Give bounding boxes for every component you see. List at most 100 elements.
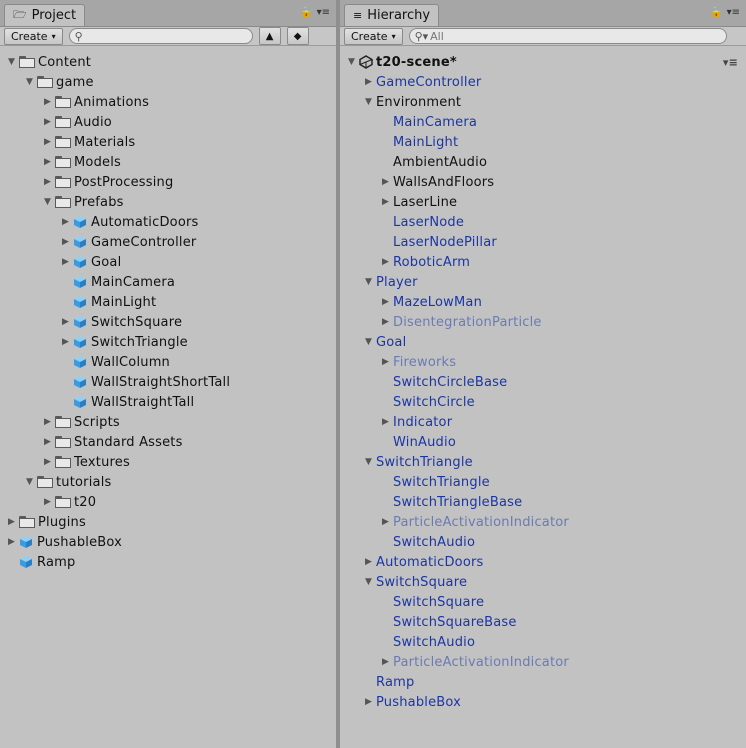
expand-arrow-icon[interactable]: ▼ <box>363 457 374 467</box>
hierarchy-item[interactable]: ▶ RoboticArm <box>340 252 746 272</box>
hierarchy-item[interactable]: ▶ GameController <box>340 72 746 92</box>
expand-arrow-icon[interactable]: ▼ <box>346 57 357 67</box>
expand-arrow-icon[interactable]: ▼ <box>24 477 35 487</box>
hierarchy-item[interactable]: ▶ Indicator <box>340 412 746 432</box>
hierarchy-item[interactable]: ▶ LaserLine <box>340 192 746 212</box>
hierarchy-item[interactable]: ▶ MazeLowMan <box>340 292 746 312</box>
project-tree-item[interactable]: Ramp <box>0 552 336 572</box>
hierarchy-item[interactable]: SwitchCircle <box>340 392 746 412</box>
expand-arrow-icon[interactable]: ▼ <box>363 337 374 347</box>
project-create-button[interactable]: Create ▾ <box>4 27 63 45</box>
panel-menu-icon[interactable]: ▾≡ <box>727 7 740 18</box>
project-tree-item[interactable]: ▶ Models <box>0 152 336 172</box>
collapse-arrow-icon[interactable]: ▶ <box>380 197 391 207</box>
hierarchy-item[interactable]: WinAudio <box>340 432 746 452</box>
scene-row[interactable]: ▼ t20-scene* ▾≡ <box>340 52 746 72</box>
collapse-arrow-icon[interactable]: ▶ <box>6 517 17 527</box>
filter-by-label-button[interactable]: ◆ <box>286 27 309 45</box>
collapse-arrow-icon[interactable]: ▶ <box>42 117 53 127</box>
project-tree-item[interactable]: ▶ Standard Assets <box>0 432 336 452</box>
collapse-arrow-icon[interactable]: ▶ <box>380 357 391 367</box>
expand-arrow-icon[interactable]: ▼ <box>363 97 374 107</box>
hierarchy-item[interactable]: ▶ PushableBox <box>340 692 746 712</box>
project-tree-item[interactable]: ▶ Goal <box>0 252 336 272</box>
hierarchy-item[interactable]: ▶ ParticleActivationIndicator <box>340 652 746 672</box>
project-tree-item[interactable]: ▶ Animations <box>0 92 336 112</box>
hierarchy-item[interactable]: LaserNode <box>340 212 746 232</box>
project-tree-item[interactable]: ▶ t20 <box>0 492 336 512</box>
project-tree-item[interactable]: ▼ Content <box>0 52 336 72</box>
collapse-arrow-icon[interactable]: ▶ <box>380 417 391 427</box>
project-tree-item[interactable]: ▶ SwitchTriangle <box>0 332 336 352</box>
project-tree-item[interactable]: MainLight <box>0 292 336 312</box>
lock-icon[interactable]: 🔒 <box>300 7 312 18</box>
hierarchy-item[interactable]: ▶ AutomaticDoors <box>340 552 746 572</box>
hierarchy-item[interactable]: SwitchCircleBase <box>340 372 746 392</box>
project-tree-item[interactable]: ▼ game <box>0 72 336 92</box>
project-tree-item[interactable]: ▶ Scripts <box>0 412 336 432</box>
collapse-arrow-icon[interactable]: ▶ <box>380 257 391 267</box>
project-tree-item[interactable]: ▶ GameController <box>0 232 336 252</box>
tab-hierarchy[interactable]: ≡ Hierarchy <box>344 4 440 26</box>
hierarchy-item[interactable]: ▶ WallsAndFloors <box>340 172 746 192</box>
collapse-arrow-icon[interactable]: ▶ <box>60 337 71 347</box>
collapse-arrow-icon[interactable]: ▶ <box>42 177 53 187</box>
project-tree-item[interactable]: ▶ Audio <box>0 112 336 132</box>
expand-arrow-icon[interactable]: ▼ <box>6 57 17 67</box>
hierarchy-item[interactable]: ▼ Player <box>340 272 746 292</box>
collapse-arrow-icon[interactable]: ▶ <box>380 657 391 667</box>
collapse-arrow-icon[interactable]: ▶ <box>42 437 53 447</box>
project-tree-item[interactable]: ▶ SwitchSquare <box>0 312 336 332</box>
hierarchy-item[interactable]: SwitchAudio <box>340 632 746 652</box>
collapse-arrow-icon[interactable]: ▶ <box>380 517 391 527</box>
collapse-arrow-icon[interactable]: ▶ <box>363 77 374 87</box>
project-search-input[interactable]: ⚲ <box>68 28 253 44</box>
hierarchy-item[interactable]: AmbientAudio <box>340 152 746 172</box>
collapse-arrow-icon[interactable]: ▶ <box>380 297 391 307</box>
hierarchy-item[interactable]: SwitchSquareBase <box>340 612 746 632</box>
hierarchy-search-input[interactable]: ⚲▾ All <box>408 28 727 44</box>
hierarchy-item[interactable]: ▶ ParticleActivationIndicator <box>340 512 746 532</box>
hierarchy-item[interactable]: ▼ SwitchSquare <box>340 572 746 592</box>
tab-project[interactable]: 🗁 Project <box>4 4 86 26</box>
hierarchy-item[interactable]: Ramp <box>340 672 746 692</box>
collapse-arrow-icon[interactable]: ▶ <box>363 697 374 707</box>
expand-arrow-icon[interactable]: ▼ <box>24 77 35 87</box>
project-tree-item[interactable]: ▶ PostProcessing <box>0 172 336 192</box>
project-tree-item[interactable]: ▶ Textures <box>0 452 336 472</box>
project-tree-item[interactable]: ▶ Materials <box>0 132 336 152</box>
expand-arrow-icon[interactable]: ▼ <box>363 277 374 287</box>
collapse-arrow-icon[interactable]: ▶ <box>42 457 53 467</box>
project-tree-item[interactable]: ▶ Plugins <box>0 512 336 532</box>
collapse-arrow-icon[interactable]: ▶ <box>363 557 374 567</box>
hierarchy-item[interactable]: SwitchSquare <box>340 592 746 612</box>
filter-by-type-button[interactable]: ▲ <box>258 27 281 45</box>
collapse-arrow-icon[interactable]: ▶ <box>42 157 53 167</box>
collapse-arrow-icon[interactable]: ▶ <box>380 317 391 327</box>
hierarchy-create-button[interactable]: Create ▾ <box>344 27 403 45</box>
expand-arrow-icon[interactable]: ▼ <box>363 577 374 587</box>
hierarchy-item[interactable]: ▼ Goal <box>340 332 746 352</box>
collapse-arrow-icon[interactable]: ▶ <box>42 97 53 107</box>
project-tree-item[interactable]: MainCamera <box>0 272 336 292</box>
hierarchy-item[interactable]: SwitchTriangle <box>340 472 746 492</box>
collapse-arrow-icon[interactable]: ▶ <box>60 257 71 267</box>
hierarchy-item[interactable]: MainCamera <box>340 112 746 132</box>
project-tree-item[interactable]: ▼ tutorials <box>0 472 336 492</box>
collapse-arrow-icon[interactable]: ▶ <box>60 237 71 247</box>
collapse-arrow-icon[interactable]: ▶ <box>60 217 71 227</box>
hierarchy-item[interactable]: LaserNodePillar <box>340 232 746 252</box>
expand-arrow-icon[interactable]: ▼ <box>42 197 53 207</box>
collapse-arrow-icon[interactable]: ▶ <box>42 137 53 147</box>
project-tree-item[interactable]: ▶ PushableBox <box>0 532 336 552</box>
project-tree-item[interactable]: WallStraightTall <box>0 392 336 412</box>
project-tree-item[interactable]: WallStraightShortTall <box>0 372 336 392</box>
hierarchy-item[interactable]: ▶ DisentegrationParticle <box>340 312 746 332</box>
hierarchy-item[interactable]: ▼ SwitchTriangle <box>340 452 746 472</box>
hierarchy-item[interactable]: SwitchTriangleBase <box>340 492 746 512</box>
hierarchy-item[interactable]: ▼ Environment <box>340 92 746 112</box>
collapse-arrow-icon[interactable]: ▶ <box>42 497 53 507</box>
lock-icon[interactable]: 🔒 <box>710 7 722 18</box>
collapse-arrow-icon[interactable]: ▶ <box>42 417 53 427</box>
collapse-arrow-icon[interactable]: ▶ <box>6 537 17 547</box>
